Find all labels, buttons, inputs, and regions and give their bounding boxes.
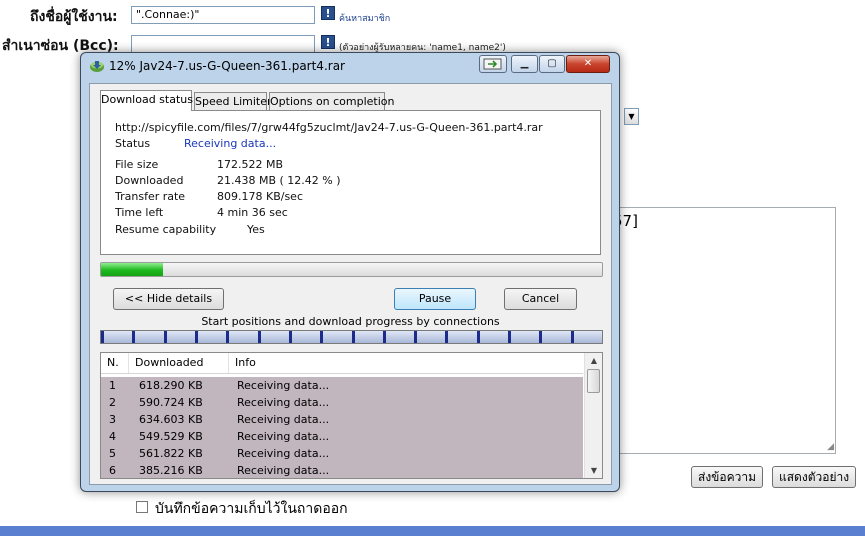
downloaded-label: Downloaded — [115, 174, 184, 187]
download-status-panel: http://spicyfile.com/files/7/grw44fg5zuc… — [100, 110, 601, 255]
connections-caption: Start positions and download progress by… — [201, 315, 500, 328]
connection-downloaded: 561.822 KB — [139, 447, 203, 460]
page-bottom-bar — [0, 526, 865, 536]
hide-details-button[interactable]: << Hide details — [113, 288, 224, 310]
table-row[interactable]: 5 561.822 KB Receiving data... — [101, 445, 583, 462]
connection-number: 4 — [109, 430, 116, 443]
table-row[interactable]: 3 634.603 KB Receiving data... — [101, 411, 583, 428]
connection-info: Receiving data... — [237, 447, 330, 460]
connection-marker — [195, 331, 198, 343]
to-user-label: ถึงชื่อผู้ใช้งาน: — [30, 9, 118, 25]
column-header-downloaded[interactable]: Downloaded — [129, 353, 229, 373]
table-row[interactable]: 2 590.724 KB Receiving data... — [101, 394, 583, 411]
connection-info: Receiving data... — [237, 396, 330, 409]
connection-number: 3 — [109, 413, 116, 426]
scroll-up-icon[interactable]: ▲ — [585, 353, 602, 368]
window-client: Download status Speed Limiter Options on… — [89, 83, 612, 485]
to-user-input[interactable]: ".Connae:)" — [131, 6, 315, 24]
dropdown-arrow-icon[interactable]: ▼ — [624, 108, 639, 125]
tab-options-on-completion[interactable]: Options on completion — [269, 92, 395, 111]
connection-marker — [508, 331, 511, 343]
connections-list[interactable]: N. Downloaded Info 1 618.290 KB Receiving … — [100, 352, 603, 479]
info-icon[interactable]: ! — [321, 35, 335, 49]
connection-marker — [101, 331, 104, 343]
connection-marker — [445, 331, 448, 343]
pause-button[interactable]: Pause — [394, 288, 476, 310]
connection-info: Receiving data... — [237, 413, 330, 426]
connection-number: 1 — [109, 379, 116, 392]
file-size-label: File size — [115, 158, 159, 171]
downloaded-value: 21.438 MB ( 12.42 % ) — [217, 174, 341, 187]
progress-fill — [101, 263, 164, 276]
connection-downloaded: 549.529 KB — [139, 430, 203, 443]
bcc-input[interactable] — [131, 35, 315, 53]
table-row[interactable]: 6 385.216 KB Receiving data... — [101, 462, 583, 478]
tab-download-status[interactable]: Download status — [100, 90, 193, 111]
connection-marker — [226, 331, 229, 343]
table-row[interactable]: 4 549.529 KB Receiving data... — [101, 428, 583, 445]
connection-marker — [477, 331, 480, 343]
connection-number: 6 — [109, 464, 116, 477]
close-icon[interactable]: ✕ — [566, 55, 610, 73]
cancel-button[interactable]: Cancel — [504, 288, 577, 310]
connections-progress-strip — [100, 330, 603, 344]
download-app-icon — [90, 61, 104, 72]
connection-marker — [539, 331, 542, 343]
connection-downloaded: 385.216 KB — [139, 464, 203, 477]
download-progress-bar — [100, 262, 603, 277]
scroll-down-icon[interactable]: ▼ — [585, 463, 602, 478]
connection-marker — [289, 331, 292, 343]
connection-marker — [383, 331, 386, 343]
resize-grip-icon[interactable]: ◢ — [827, 442, 834, 452]
minimize-icon[interactable]: ▁ — [511, 55, 538, 73]
table-row[interactable]: 1 618.290 KB Receiving data... — [101, 377, 583, 394]
connection-marker — [352, 331, 355, 343]
connection-downloaded: 590.724 KB — [139, 396, 203, 409]
connection-marker — [258, 331, 261, 343]
time-left-value: 4 min 36 sec — [217, 206, 288, 219]
message-textarea[interactable]: 57] ◢ — [612, 207, 836, 454]
transfer-rate-value: 809.178 KB/sec — [217, 190, 303, 203]
maximize-icon[interactable]: ▢ — [539, 55, 565, 73]
save-copy-checkbox[interactable] — [136, 501, 148, 513]
arrow-right-icon[interactable] — [479, 55, 507, 73]
window-title: 12% Jav24-7.us-G-Queen-361.part4.rar — [109, 59, 345, 73]
tab-speed-limiter[interactable]: Speed Limiter — [194, 92, 272, 111]
status-value: Receiving data... — [184, 137, 277, 150]
column-header-n[interactable]: N. — [101, 353, 129, 373]
connection-downloaded: 634.603 KB — [139, 413, 203, 426]
download-window[interactable]: 12% Jav24-7.us-G-Queen-361.part4.rar ▁ ▢… — [80, 52, 620, 492]
resume-capability-value: Yes — [247, 223, 265, 236]
connection-info: Receiving data... — [237, 379, 330, 392]
connection-number: 2 — [109, 396, 116, 409]
connection-number: 5 — [109, 447, 116, 460]
info-icon[interactable]: ! — [321, 6, 335, 20]
connection-marker — [571, 331, 574, 343]
connection-marker — [164, 331, 167, 343]
status-label: Status — [115, 137, 151, 150]
list-header: N. Downloaded Info — [101, 353, 583, 374]
time-left-label: Time left — [115, 206, 164, 219]
download-url: http://spicyfile.com/files/7/grw44fg5zuc… — [115, 121, 543, 134]
connection-marker — [132, 331, 135, 343]
transfer-rate-label: Transfer rate — [115, 190, 186, 203]
find-member-link[interactable]: ค้นหาสมาชิก — [339, 11, 390, 25]
file-size-value: 172.522 MB — [217, 158, 284, 171]
save-copy-label: บันทึกข้อความเก็บไว้ในถาดออก — [155, 501, 348, 517]
list-scrollbar[interactable]: ▲ ▼ — [584, 353, 602, 478]
resume-capability-label: Resume capability — [115, 223, 217, 236]
connection-info: Receiving data... — [237, 464, 330, 477]
connection-downloaded: 618.290 KB — [139, 379, 203, 392]
title-bar[interactable]: 12% Jav24-7.us-G-Queen-361.part4.rar ▁ ▢… — [81, 53, 619, 81]
send-button[interactable]: ส่งข้อความ — [691, 466, 764, 488]
column-header-info[interactable]: Info — [229, 353, 583, 373]
connection-marker — [414, 331, 417, 343]
preview-button[interactable]: แสดงตัวอย่าง — [772, 466, 857, 488]
connection-info: Receiving data... — [237, 430, 330, 443]
connection-marker — [320, 331, 323, 343]
scroll-thumb[interactable] — [587, 369, 600, 393]
